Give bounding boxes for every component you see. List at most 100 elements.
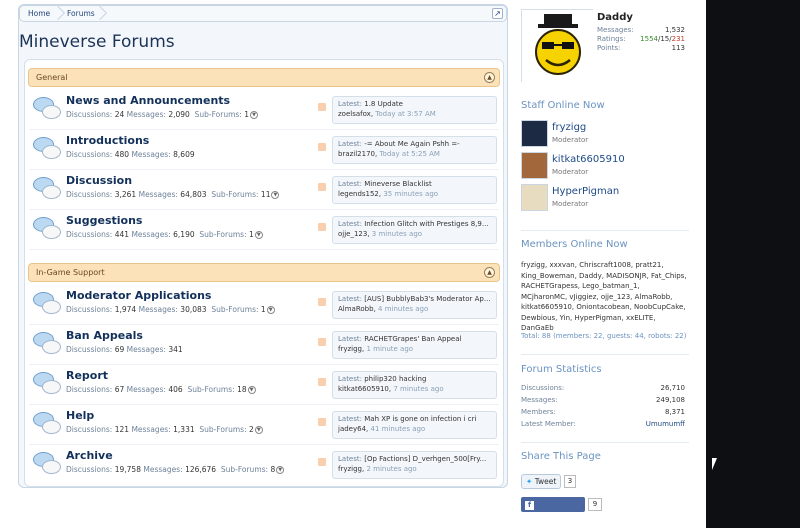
latest-post-title[interactable]: Infection Glitch with Prestiges 8,9... bbox=[364, 220, 488, 228]
mouse-cursor-icon bbox=[712, 458, 717, 470]
latest-post-title[interactable]: 1.8 Update bbox=[364, 100, 403, 108]
forum-read-icon bbox=[33, 412, 61, 438]
rss-icon[interactable] bbox=[318, 223, 326, 231]
forum-node: Help Discussions: 121 Messages: 1,331 Su… bbox=[29, 405, 499, 445]
divider bbox=[521, 442, 689, 443]
forum-title[interactable]: Introductions bbox=[66, 134, 149, 147]
subforums-dropdown-icon[interactable]: ▼ bbox=[250, 111, 258, 119]
latest-post-user[interactable]: fryzigg bbox=[338, 345, 362, 353]
tweet-count: 3 bbox=[564, 475, 576, 488]
members-online-list[interactable]: fryzigg, xxxvan, Chriscraft1008, pratt21… bbox=[521, 260, 687, 334]
breadcrumb-forums[interactable]: Forums bbox=[67, 6, 95, 21]
staff-name[interactable]: HyperPigman bbox=[552, 186, 619, 197]
latest-post-user[interactable]: legends152 bbox=[338, 190, 379, 198]
latest-post-title[interactable]: Mineverse Blacklist bbox=[364, 180, 431, 188]
forum-node: Introductions Discussions: 480 Messages:… bbox=[29, 130, 499, 170]
forum-read-icon bbox=[33, 292, 61, 318]
forum-node: Report Discussions: 67 Messages: 406 Sub… bbox=[29, 365, 499, 405]
rss-icon[interactable] bbox=[318, 143, 326, 151]
tweet-button[interactable]: ✦ Tweet bbox=[521, 474, 561, 489]
forum-title[interactable]: Discussion bbox=[66, 174, 132, 187]
forum-title[interactable]: Moderator Applications bbox=[66, 289, 211, 302]
forum-title[interactable]: News and Announcements bbox=[66, 94, 230, 107]
forum-title[interactable]: Ban Appeals bbox=[66, 329, 143, 342]
rss-icon[interactable] bbox=[318, 103, 326, 111]
latest-post-user[interactable]: AlmaRobb bbox=[338, 305, 374, 313]
latest-post-time: 35 minutes ago bbox=[383, 190, 439, 198]
forum-statistics-heading: Forum Statistics bbox=[521, 364, 602, 375]
divider bbox=[521, 230, 689, 231]
forum-title[interactable]: Archive bbox=[66, 449, 113, 462]
staff-name[interactable]: fryzigg bbox=[552, 122, 586, 133]
rss-icon[interactable] bbox=[318, 418, 326, 426]
staff-role: Moderator bbox=[552, 200, 589, 208]
latest-post-title[interactable]: -= About Me Again Pshh =- bbox=[364, 140, 459, 148]
latest-post-title[interactable]: philip320 hacking bbox=[364, 375, 426, 383]
twitter-bird-icon: ✦ bbox=[526, 477, 533, 486]
forum-stats: Discussions: 121 Messages: 1,331 Sub-For… bbox=[66, 425, 263, 434]
rss-icon[interactable] bbox=[318, 378, 326, 386]
forum-read-icon bbox=[33, 332, 61, 358]
latest-post: Latest: Infection Glitch with Prestiges … bbox=[332, 216, 497, 244]
breadcrumb: Home Forums ↗ bbox=[19, 5, 507, 22]
staff-avatar[interactable] bbox=[521, 120, 548, 147]
forum-read-icon bbox=[33, 372, 61, 398]
subforums-dropdown-icon[interactable]: ▼ bbox=[247, 386, 256, 394]
subforums-dropdown-icon[interactable]: ▼ bbox=[254, 231, 263, 239]
staff-avatar[interactable] bbox=[521, 152, 548, 179]
category-title: General bbox=[36, 73, 68, 82]
rss-icon[interactable] bbox=[318, 183, 326, 191]
forum-title[interactable]: Help bbox=[66, 409, 94, 422]
latest-post-user[interactable]: zoelsafox bbox=[338, 110, 371, 118]
latest-post-user[interactable]: ojje_123 bbox=[338, 230, 367, 238]
latest-post: Latest: RACHETGrapes' Ban Appeal fryzigg… bbox=[332, 331, 497, 359]
background-starfield bbox=[706, 0, 800, 528]
staff-member[interactable]: HyperPigman Moderator bbox=[521, 184, 681, 214]
forum-read-icon bbox=[33, 217, 61, 243]
rss-icon[interactable] bbox=[318, 458, 326, 466]
subforums-dropdown-icon[interactable]: ▼ bbox=[254, 426, 263, 434]
staff-avatar[interactable] bbox=[521, 184, 548, 211]
latest-post-title[interactable]: [AUS] BubblyBab3's Moderator Ap... bbox=[364, 295, 490, 303]
latest-post-title[interactable]: RACHETGrapes' Ban Appeal bbox=[364, 335, 461, 343]
subforums-dropdown-icon[interactable]: ▼ bbox=[276, 466, 285, 474]
collapse-icon[interactable]: ▲ bbox=[484, 267, 495, 278]
latest-post-time: 3 minutes ago bbox=[371, 230, 423, 238]
breadcrumb-home[interactable]: Home bbox=[28, 6, 50, 21]
latest-post-time: 1 minute ago bbox=[366, 345, 414, 353]
staff-name[interactable]: kitkat6605910 bbox=[552, 154, 625, 165]
latest-post-user[interactable]: kitkat6605910 bbox=[338, 385, 389, 393]
avatar[interactable] bbox=[521, 9, 594, 83]
subforums-dropdown-icon[interactable]: ▼ bbox=[266, 306, 275, 314]
forum-node: Discussion Discussions: 3,261 Messages: … bbox=[29, 170, 499, 210]
latest-post-user[interactable]: jadey64 bbox=[338, 425, 366, 433]
category-general[interactable]: General ▲ bbox=[28, 68, 500, 87]
forum-stats: Discussions: 24 Messages: 2,090 Sub-Foru… bbox=[66, 110, 258, 119]
forum-stats: Discussions: 1,974 Messages: 30,083 Sub-… bbox=[66, 305, 275, 314]
jump-to-icon[interactable]: ↗ bbox=[492, 8, 503, 19]
latest-post: Latest: -= About Me Again Pshh =- brazil… bbox=[332, 136, 497, 164]
latest-post-user[interactable]: brazil2170 bbox=[338, 150, 375, 158]
recommend-button[interactable]: f Recommend bbox=[521, 497, 585, 524]
visitor-name[interactable]: Daddy bbox=[597, 12, 633, 23]
category-title: In-Game Support bbox=[36, 268, 105, 277]
main-content: Home Forums ↗ Mineverse Forums General ▲… bbox=[18, 4, 508, 488]
forum-read-icon bbox=[33, 97, 61, 123]
rss-icon[interactable] bbox=[318, 338, 326, 346]
staff-member[interactable]: kitkat6605910 Moderator bbox=[521, 152, 681, 182]
collapse-icon[interactable]: ▲ bbox=[484, 72, 495, 83]
forum-stats: Discussions: 67 Messages: 406 Sub-Forums… bbox=[66, 385, 256, 394]
latest-post-time: 2 minutes ago bbox=[366, 465, 417, 473]
breadcrumb-separator bbox=[50, 5, 66, 21]
forum-read-icon bbox=[33, 177, 61, 203]
latest-post-title[interactable]: [Op Factions] D_verhgen_500[Fry... bbox=[364, 455, 486, 463]
forum-title[interactable]: Suggestions bbox=[66, 214, 142, 227]
rss-icon[interactable] bbox=[318, 298, 326, 306]
latest-post-user[interactable]: fryzigg bbox=[338, 465, 362, 473]
subforums-dropdown-icon[interactable]: ▼ bbox=[271, 191, 280, 199]
staff-member[interactable]: fryzigg Moderator bbox=[521, 120, 681, 150]
latest-post-title[interactable]: Mah XP is gone on infection i cri bbox=[364, 415, 476, 423]
forum-node: Archive Discussions: 19,758 Messages: 12… bbox=[29, 445, 499, 485]
category-in-game-support[interactable]: In-Game Support ▲ bbox=[28, 263, 500, 282]
forum-title[interactable]: Report bbox=[66, 369, 108, 382]
